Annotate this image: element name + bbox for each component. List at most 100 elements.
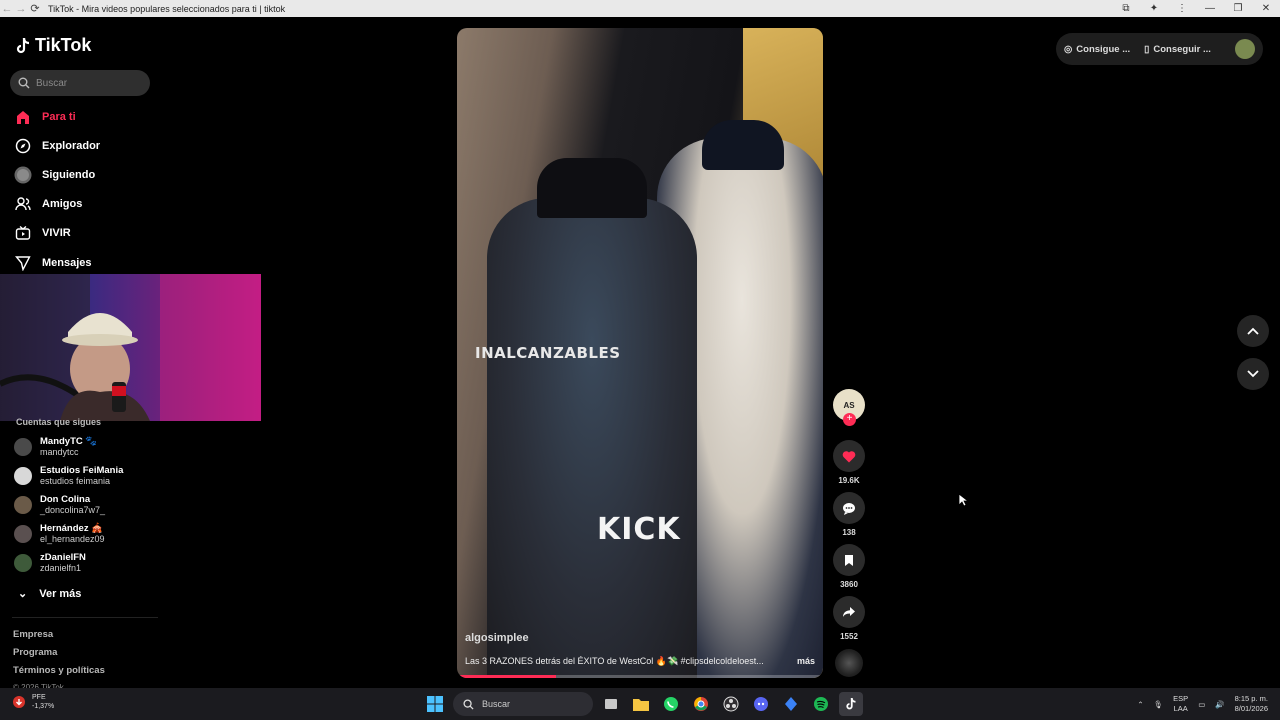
- footer-link-programa[interactable]: Programa: [13, 647, 57, 658]
- spotify-icon[interactable]: [809, 692, 833, 716]
- discord-icon[interactable]: [749, 692, 773, 716]
- nav-vivir[interactable]: VIVIR: [14, 224, 71, 242]
- share-action[interactable]: 1552: [833, 596, 865, 641]
- save-count: 3860: [840, 580, 858, 589]
- forward-icon[interactable]: →: [14, 3, 28, 15]
- follow-plus-icon[interactable]: +: [843, 413, 856, 426]
- obs-icon[interactable]: [719, 692, 743, 716]
- account-item[interactable]: zDanielFN zdanielfn1: [14, 552, 86, 574]
- extensions-icon[interactable]: ✦: [1140, 3, 1168, 14]
- video-description: Las 3 RAZONES detrás del ÉXITO de WestCo…: [465, 656, 815, 667]
- music-disc-icon[interactable]: [835, 649, 863, 677]
- tiktok-logo[interactable]: TikTok: [15, 35, 91, 56]
- nav-explorador[interactable]: Explorador: [14, 137, 100, 155]
- footer-link-empresa[interactable]: Empresa: [13, 629, 53, 640]
- nav-label: Siguiendo: [42, 169, 96, 181]
- nav-mensajes[interactable]: Mensajes: [14, 254, 92, 272]
- reload-icon[interactable]: ⟳: [28, 2, 42, 15]
- whatsapp-icon[interactable]: [659, 692, 683, 716]
- microphone-icon[interactable]: 🎙: [1154, 700, 1164, 709]
- account-item[interactable]: Hernández 🎪 el_hernandez09: [14, 523, 105, 545]
- clock-time: 8:15 p. m.: [1234, 694, 1268, 703]
- stock-down-icon: [13, 696, 25, 708]
- logo-text: TikTok: [35, 35, 92, 55]
- creator-avatar-button[interactable]: AS +: [833, 389, 865, 426]
- nav-amigos[interactable]: Amigos: [14, 195, 82, 213]
- close-icon[interactable]: ✕: [1252, 3, 1280, 14]
- taskbar-search[interactable]: Buscar: [453, 692, 593, 716]
- following-header: Cuentas que sigues: [16, 417, 102, 427]
- save-action[interactable]: 3860: [833, 544, 865, 589]
- account-handle: estudios feimania: [40, 476, 111, 486]
- phone-icon: ▯: [1144, 43, 1150, 55]
- search-input[interactable]: [36, 77, 136, 89]
- account-name: zDanielFN: [40, 552, 86, 563]
- get-app-label: Conseguir ...: [1153, 43, 1211, 55]
- nav-siguiendo[interactable]: Siguiendo: [14, 166, 95, 184]
- account-item[interactable]: Estudios FeiMania estudios feimania: [14, 465, 123, 487]
- stock-name: PFE: [32, 694, 46, 701]
- nav-label: Mensajes: [42, 257, 92, 269]
- avatar: [14, 525, 32, 543]
- compass-icon: [14, 137, 32, 155]
- account-handle: mandytcc: [40, 447, 79, 457]
- get-app-button[interactable]: ▯ Conseguir ...: [1144, 44, 1211, 55]
- kick-app-icon[interactable]: [779, 692, 803, 716]
- tiktok-page: TikTok Para ti Explorador Siguiendo Amig…: [0, 17, 1280, 692]
- task-view-icon[interactable]: [599, 692, 623, 716]
- nav-label: Amigos: [42, 198, 83, 210]
- like-count: 19.6K: [838, 476, 860, 485]
- language-indicator[interactable]: ESP LAA: [1173, 694, 1188, 714]
- next-video-button[interactable]: [1237, 358, 1269, 390]
- avatar: [14, 554, 32, 572]
- comment-action[interactable]: 138: [833, 492, 865, 537]
- account-item[interactable]: Don Colina _doncolina7w7_: [14, 494, 105, 516]
- nav-label: VIVIR: [42, 227, 71, 239]
- chrome-icon[interactable]: [689, 692, 713, 716]
- file-explorer-icon[interactable]: [629, 692, 653, 716]
- nav-para-ti[interactable]: Para ti: [14, 108, 76, 126]
- account-name: MandyTC 🐾: [40, 436, 98, 447]
- comment-count: 138: [842, 528, 856, 537]
- profile-avatar[interactable]: [1235, 39, 1255, 59]
- translate-icon[interactable]: ⧉: [1112, 3, 1140, 14]
- volume-icon[interactable]: 🔊: [1215, 700, 1224, 709]
- clock[interactable]: 8:15 p. m. 8/01/2026: [1235, 694, 1268, 714]
- video-overlay-logo: KICK: [597, 512, 681, 547]
- stock-widget[interactable]: PFE -1,37%: [12, 693, 54, 711]
- description-text: Las 3 RAZONES detrás del ÉXITO de WestCo…: [465, 656, 764, 666]
- taskbar-apps: Buscar: [423, 692, 863, 716]
- webcam-overlay: [0, 274, 261, 421]
- video-player[interactable]: INALCANZABLES KICK algosimplee Las 3 RAZ…: [457, 28, 823, 678]
- chevron-up-icon[interactable]: ⌃: [1137, 700, 1143, 709]
- back-icon[interactable]: ←: [0, 3, 14, 15]
- keyboard-layout: LAA: [1173, 704, 1188, 713]
- home-icon: [14, 108, 32, 126]
- heart-icon[interactable]: [833, 440, 865, 472]
- avatar: [14, 467, 32, 485]
- video-author[interactable]: algosimplee: [465, 632, 529, 644]
- network-icon[interactable]: ▭: [1198, 700, 1205, 709]
- share-icon[interactable]: [833, 596, 865, 628]
- language-code: ESP: [1173, 694, 1189, 703]
- comment-icon[interactable]: [833, 492, 865, 524]
- restore-icon[interactable]: ❐: [1224, 3, 1252, 14]
- video-progress-bar[interactable]: [457, 675, 823, 678]
- footer-link-terminos[interactable]: Términos y políticas: [13, 665, 105, 676]
- more-button[interactable]: más: [797, 656, 815, 667]
- nav-label: Explorador: [42, 140, 101, 152]
- windows-start-icon[interactable]: [423, 692, 447, 716]
- coin-icon: ◎: [1064, 43, 1073, 55]
- account-item[interactable]: MandyTC 🐾 mandytcc: [14, 436, 97, 458]
- send-icon: [14, 254, 32, 272]
- minimize-icon[interactable]: —: [1196, 3, 1224, 14]
- get-coins-button[interactable]: ◎ Consigue ...: [1064, 44, 1130, 55]
- previous-video-button[interactable]: [1237, 315, 1269, 347]
- see-more-button[interactable]: ⌄ Ver más: [18, 587, 81, 601]
- live-tv-icon: [14, 224, 32, 242]
- like-action[interactable]: 19.6K: [833, 440, 865, 485]
- search-box[interactable]: [10, 70, 150, 96]
- bookmark-icon[interactable]: [833, 544, 865, 576]
- tiktok-app-icon[interactable]: [839, 692, 863, 716]
- more-menu-icon[interactable]: ⋮: [1168, 3, 1196, 14]
